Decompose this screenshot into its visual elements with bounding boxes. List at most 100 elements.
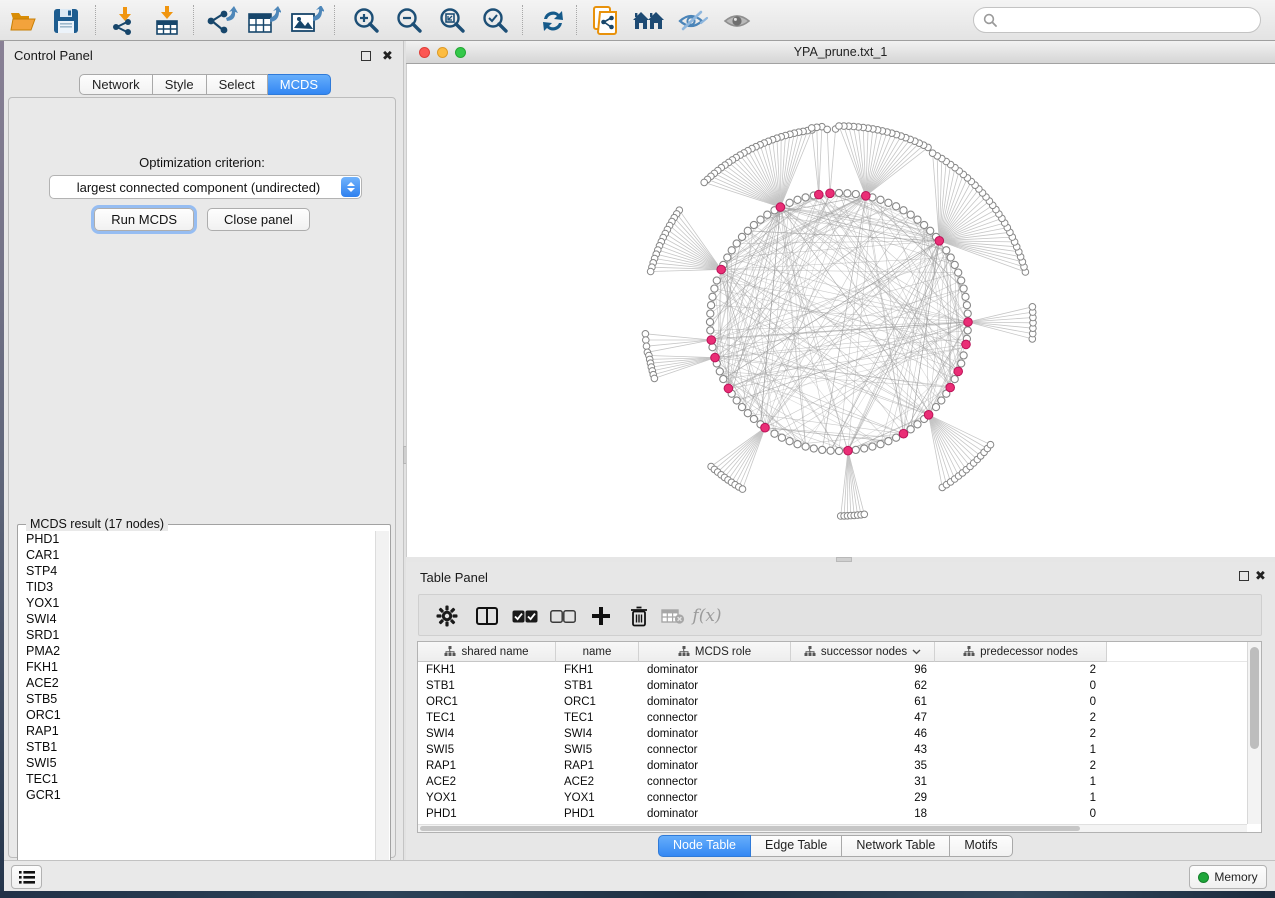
- table-panel-title: Table Panel: [420, 570, 488, 585]
- tab-motifs[interactable]: Motifs: [950, 835, 1012, 857]
- mcds-result-list[interactable]: PHD1CAR1STP4TID3YOX1SWI4SRD1PMA2FKH1ACE2…: [19, 531, 376, 894]
- mcds-result-item[interactable]: SWI5: [26, 755, 376, 771]
- table-row[interactable]: SWI5SWI5connector431: [418, 742, 1261, 758]
- zoom-out-icon[interactable]: [392, 4, 426, 38]
- close-panel-icon[interactable]: ✖: [382, 51, 393, 61]
- table-cell: 47: [791, 710, 935, 726]
- column-header-shared-name[interactable]: shared name: [418, 642, 556, 662]
- tab-select[interactable]: Select: [207, 74, 268, 95]
- network-window-titlebar[interactable]: YPA_prune.txt_1: [406, 41, 1275, 64]
- open-file-icon[interactable]: [6, 4, 40, 38]
- tab-style[interactable]: Style: [153, 74, 207, 95]
- export-table-icon[interactable]: [247, 4, 281, 38]
- mcds-result-item[interactable]: YOX1: [26, 595, 376, 611]
- table-cell: ACE2: [418, 774, 556, 790]
- table-cell: 18: [791, 806, 935, 822]
- mcds-result-item[interactable]: PHD1: [26, 531, 376, 547]
- scrollbar-thumb[interactable]: [420, 826, 1080, 831]
- column-header-predecessor-nodes[interactable]: predecessor nodes: [935, 642, 1107, 662]
- tab-mcds[interactable]: MCDS: [268, 74, 331, 95]
- table-horizontal-scrollbar[interactable]: [418, 824, 1247, 832]
- node-table: shared namenameMCDS rolesuccessor nodesp…: [417, 641, 1262, 833]
- mcds-result-item[interactable]: ORC1: [26, 707, 376, 723]
- duplicate-network-icon[interactable]: [589, 4, 623, 38]
- add-row-icon[interactable]: [585, 601, 617, 631]
- import-table-icon[interactable]: [150, 4, 184, 38]
- criterion-select[interactable]: largest connected component (undirected): [49, 175, 362, 199]
- deselect-all-icon[interactable]: [547, 601, 579, 631]
- import-network-icon[interactable]: [108, 4, 142, 38]
- zoom-selected-icon[interactable]: [478, 4, 512, 38]
- search-box[interactable]: [973, 7, 1261, 33]
- column-header-name[interactable]: name: [556, 642, 639, 662]
- table-cell: STB1: [556, 678, 639, 694]
- mcds-result-title: MCDS result (17 nodes): [26, 517, 168, 531]
- column-header-successor-nodes[interactable]: successor nodes: [791, 642, 935, 662]
- mcds-result-item[interactable]: SWI4: [26, 611, 376, 627]
- mcds-result-item[interactable]: PMA2: [26, 643, 376, 659]
- mcds-result-item[interactable]: STP4: [26, 563, 376, 579]
- search-input[interactable]: [1003, 12, 1260, 28]
- memory-status-icon: [1198, 872, 1209, 883]
- zoom-fit-icon[interactable]: [435, 4, 469, 38]
- table-row[interactable]: ACE2ACE2connector311: [418, 774, 1261, 790]
- hide-selected-icon[interactable]: [676, 4, 710, 38]
- table-row[interactable]: FKH1FKH1dominator962: [418, 662, 1261, 678]
- export-network-icon[interactable]: [205, 4, 239, 38]
- table-row[interactable]: TEC1TEC1connector472: [418, 710, 1261, 726]
- memory-button[interactable]: Memory: [1189, 865, 1267, 889]
- network-graph[interactable]: [407, 64, 1275, 556]
- table-row[interactable]: STB1STB1dominator620: [418, 678, 1261, 694]
- select-all-icon[interactable]: [509, 601, 541, 631]
- table-row[interactable]: PHD1PHD1dominator180: [418, 806, 1261, 822]
- network-canvas[interactable]: [406, 64, 1275, 557]
- settings-gear-icon[interactable]: [431, 601, 463, 631]
- table-vertical-scrollbar[interactable]: [1247, 642, 1261, 824]
- scrollbar-thumb[interactable]: [1250, 647, 1259, 749]
- home-icon[interactable]: [632, 4, 666, 38]
- table-row[interactable]: SWI4SWI4dominator462: [418, 726, 1261, 742]
- control-panel-tabs: Network Style Select MCDS: [79, 74, 331, 95]
- main-toolbar: [0, 0, 1275, 41]
- header-filler: [1107, 642, 1261, 662]
- delete-row-icon[interactable]: [623, 601, 655, 631]
- mcds-result-item[interactable]: TEC1: [26, 771, 376, 787]
- mcds-result-item[interactable]: FKH1: [26, 659, 376, 675]
- mcds-result-item[interactable]: TID3: [26, 579, 376, 595]
- mcds-result-item[interactable]: STB5: [26, 691, 376, 707]
- table-cell: ORC1: [556, 694, 639, 710]
- tab-node-table[interactable]: Node Table: [658, 835, 751, 857]
- tab-network[interactable]: Network: [79, 74, 153, 95]
- mcds-list-scrollbar[interactable]: [375, 531, 389, 894]
- table-cell: 2: [935, 710, 1107, 726]
- mcds-result-item[interactable]: CAR1: [26, 547, 376, 563]
- float-panel-icon[interactable]: [1239, 571, 1249, 581]
- export-image-icon[interactable]: [290, 4, 324, 38]
- table-row[interactable]: YOX1YOX1connector291: [418, 790, 1261, 806]
- table-row[interactable]: ORC1ORC1dominator610: [418, 694, 1261, 710]
- mcds-result-item[interactable]: RAP1: [26, 723, 376, 739]
- close-panel-icon[interactable]: ✖: [1255, 571, 1266, 581]
- refresh-icon[interactable]: [536, 4, 570, 38]
- save-session-icon[interactable]: [49, 4, 83, 38]
- table-row[interactable]: RAP1RAP1dominator352: [418, 758, 1261, 774]
- split-panel-icon[interactable]: [471, 601, 503, 631]
- mcds-result-item[interactable]: SRD1: [26, 627, 376, 643]
- mcds-result-item[interactable]: GCR1: [26, 787, 376, 803]
- mcds-result-item[interactable]: STB1: [26, 739, 376, 755]
- criterion-label: Optimization criterion:: [9, 155, 395, 170]
- table-cell: PHD1: [418, 806, 556, 822]
- toolbar-separator: [334, 5, 336, 35]
- show-all-icon[interactable]: [720, 4, 754, 38]
- table-cell: 35: [791, 758, 935, 774]
- column-header-MCDS-role[interactable]: MCDS role: [639, 642, 791, 662]
- run-mcds-button[interactable]: Run MCDS: [94, 208, 194, 231]
- mcds-result-item[interactable]: ACE2: [26, 675, 376, 691]
- task-history-button[interactable]: [11, 865, 42, 889]
- table-cell: RAP1: [556, 758, 639, 774]
- tab-edge-table[interactable]: Edge Table: [751, 835, 842, 857]
- zoom-in-icon[interactable]: [349, 4, 383, 38]
- tab-network-table[interactable]: Network Table: [842, 835, 950, 857]
- close-panel-button[interactable]: Close panel: [207, 208, 310, 231]
- float-panel-icon[interactable]: [361, 51, 371, 61]
